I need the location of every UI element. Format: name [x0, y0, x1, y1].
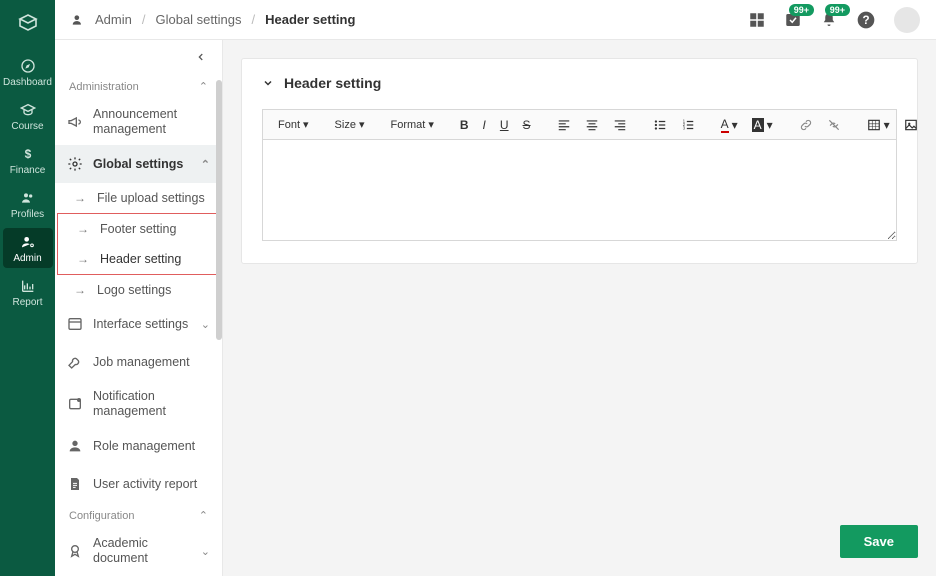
svg-text:3: 3: [682, 125, 685, 130]
user-icon: [67, 438, 83, 454]
format-dropdown[interactable]: Format ▾: [385, 116, 438, 133]
bullet-list-button[interactable]: [648, 116, 672, 134]
compass-icon: [3, 58, 53, 74]
gear-icon: [67, 156, 83, 172]
unlink-button[interactable]: [822, 116, 846, 134]
chevron-down-icon: ⌄: [201, 545, 210, 558]
apps-grid-icon[interactable]: [748, 11, 766, 29]
bold-button[interactable]: B: [455, 116, 474, 134]
sidebar-sub-logo-settings[interactable]: → Logo settings: [55, 275, 222, 305]
side-nav: Administration ⌃ Announcement management…: [55, 40, 223, 576]
underline-button[interactable]: U: [495, 116, 514, 134]
rail-item-finance[interactable]: $ Finance: [3, 140, 53, 180]
align-left-button[interactable]: [552, 116, 576, 134]
breadcrumb-global-settings[interactable]: Global settings: [155, 12, 241, 27]
graduation-cap-icon: [3, 102, 53, 118]
caret-down-icon: ▾: [428, 118, 434, 131]
arrow-right-icon: →: [76, 252, 90, 266]
app-logo[interactable]: [14, 10, 42, 38]
breadcrumb-separator: /: [142, 12, 146, 27]
rail-item-report[interactable]: Report: [3, 272, 53, 312]
tasks-badge: 99+: [789, 4, 814, 16]
rail-item-dashboard[interactable]: Dashboard: [3, 52, 53, 92]
text-color-button[interactable]: A▾: [716, 115, 743, 135]
layout-icon: [67, 316, 83, 332]
scrollbar[interactable]: [216, 80, 222, 340]
save-button[interactable]: Save: [840, 525, 918, 558]
chevron-up-icon: ⌃: [201, 158, 210, 171]
link-button[interactable]: [794, 116, 818, 134]
breadcrumb: Admin / Global settings / Header setting: [71, 12, 355, 27]
chevron-down-icon: [262, 77, 274, 89]
panel-toggle[interactable]: Header setting: [262, 75, 897, 91]
panel-title: Header setting: [284, 75, 381, 91]
rich-text-editor: Font ▾ Size ▾ Format ▾ B I U S 123 A▾: [262, 109, 897, 241]
sidebar-item-role-management[interactable]: Role management: [55, 427, 222, 465]
caret-down-icon: ▾: [303, 118, 309, 131]
collapse-sidebar-button[interactable]: [196, 52, 206, 62]
bg-color-button[interactable]: A▾: [747, 116, 778, 134]
svg-text:$: $: [24, 147, 31, 161]
sidebar-sub-file-upload[interactable]: → File upload settings: [55, 183, 222, 213]
user-admin-icon: [71, 13, 85, 27]
megaphone-icon: [67, 114, 83, 130]
document-icon: [67, 476, 83, 492]
user-gear-icon: [3, 234, 53, 250]
chart-icon: [3, 278, 53, 294]
strike-button[interactable]: S: [518, 116, 536, 134]
breadcrumb-separator: /: [251, 12, 255, 27]
help-icon[interactable]: ?: [856, 10, 876, 30]
image-button[interactable]: [899, 116, 923, 134]
rail-item-admin[interactable]: Admin: [3, 228, 53, 268]
sidebar-item-job-management[interactable]: Job management: [55, 343, 222, 381]
chevron-up-icon: ⌃: [199, 80, 208, 93]
sidebar-item-global-settings[interactable]: Global settings ⌃: [55, 145, 222, 183]
award-icon: [67, 543, 83, 559]
arrow-right-icon: →: [73, 191, 87, 205]
avatar[interactable]: [894, 7, 920, 33]
left-rail: Dashboard Course $ Finance Profiles Admi…: [0, 0, 55, 576]
section-administration[interactable]: Administration ⌃: [55, 74, 222, 99]
tasks-icon[interactable]: 99+: [784, 11, 802, 29]
breadcrumb-current: Header setting: [265, 12, 355, 27]
sidebar-item-notification-management[interactable]: Notification management: [55, 381, 222, 427]
sidebar-item-academic-document[interactable]: Academic document ⌄: [55, 528, 222, 574]
arrow-right-icon: →: [76, 222, 90, 236]
chevron-up-icon: ⌃: [199, 509, 208, 522]
dollar-icon: $: [3, 146, 53, 162]
rail-item-profiles[interactable]: Profiles: [3, 184, 53, 224]
editor-body[interactable]: [263, 140, 896, 240]
sidebar-item-interface-settings[interactable]: Interface settings ⌄: [55, 305, 222, 343]
italic-button[interactable]: I: [478, 116, 491, 134]
header-actions: 99+ 99+ ?: [748, 7, 920, 33]
breadcrumb-admin[interactable]: Admin: [95, 12, 132, 27]
section-configuration[interactable]: Configuration ⌃: [55, 503, 222, 528]
content-area: Header setting Font ▾ Size ▾ Format ▾ B …: [223, 40, 936, 576]
size-dropdown[interactable]: Size ▾: [330, 116, 370, 133]
users-icon: [3, 190, 53, 206]
highlighted-group: → Footer setting → Header setting: [57, 213, 220, 275]
top-header: Admin / Global settings / Header setting…: [55, 0, 936, 40]
arrow-right-icon: →: [73, 283, 87, 297]
wrench-icon: [67, 354, 83, 370]
caret-down-icon: ▾: [359, 118, 365, 131]
header-setting-panel: Header setting Font ▾ Size ▾ Format ▾ B …: [241, 58, 918, 264]
notifications-badge: 99+: [825, 4, 850, 16]
collapse-row: [55, 40, 222, 74]
align-right-button[interactable]: [608, 116, 632, 134]
sidebar-sub-footer-setting[interactable]: → Footer setting: [58, 214, 219, 244]
bell-icon[interactable]: 99+: [820, 11, 838, 29]
notification-icon: [67, 396, 83, 412]
sidebar-sub-header-setting[interactable]: → Header setting: [58, 244, 219, 274]
table-button[interactable]: ▾: [862, 116, 895, 134]
sidebar-item-announcement[interactable]: Announcement management: [55, 99, 222, 145]
svg-text:?: ?: [862, 14, 869, 27]
number-list-button[interactable]: 123: [676, 116, 700, 134]
rail-item-course[interactable]: Course: [3, 96, 53, 136]
editor-toolbar: Font ▾ Size ▾ Format ▾ B I U S 123 A▾: [263, 110, 896, 140]
font-dropdown[interactable]: Font ▾: [273, 116, 314, 133]
sidebar-item-user-activity[interactable]: User activity report: [55, 465, 222, 503]
chevron-down-icon: ⌄: [201, 318, 210, 331]
align-center-button[interactable]: [580, 116, 604, 134]
